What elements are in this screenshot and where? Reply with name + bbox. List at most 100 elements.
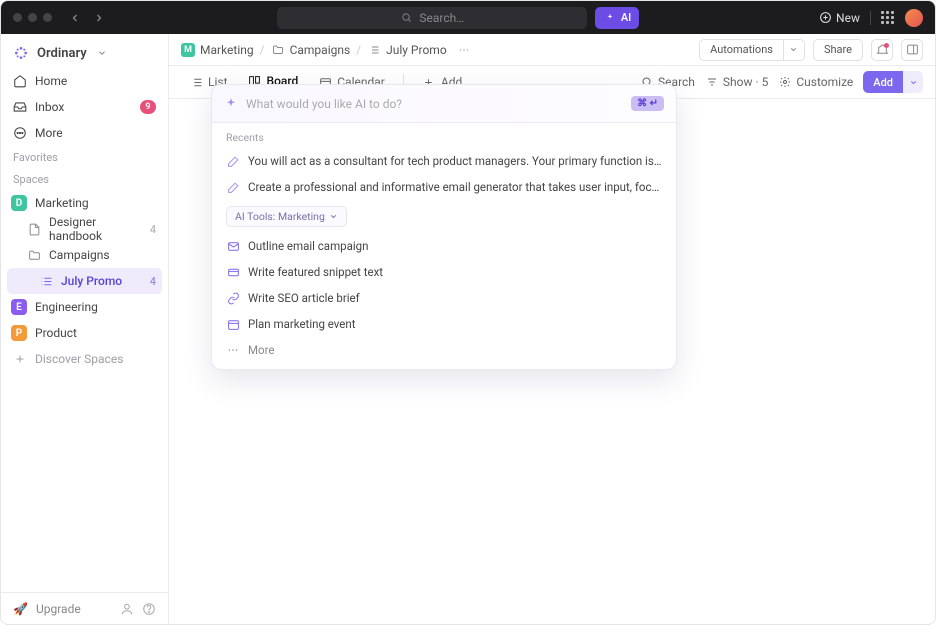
automations-caret[interactable] [783, 39, 805, 61]
show-tool[interactable]: Show · 5 [705, 75, 768, 89]
customize-tool[interactable]: Customize [778, 75, 853, 89]
sidebar-sub-designer-handbook[interactable]: Designer handbook 4 [1, 216, 168, 242]
breadcrumb: M Marketing / Campaigns / July Promo Aut… [169, 34, 935, 66]
wand-icon [226, 180, 240, 194]
ai-label: AI [621, 11, 631, 24]
list-icon [189, 75, 203, 89]
space-label: Product [35, 326, 77, 340]
sidebar-sub-july-promo[interactable]: July Promo 4 [7, 268, 162, 294]
wand-icon [226, 154, 240, 168]
forward-button[interactable] [88, 7, 110, 29]
crumb-campaigns[interactable]: Campaigns [271, 43, 351, 57]
plus-circle-icon [818, 11, 832, 25]
crumb-july-promo[interactable]: July Promo [367, 43, 447, 57]
sidebar-item-label: Home [35, 74, 67, 88]
tool-label: Show · 5 [723, 75, 768, 89]
space-badge: D [11, 195, 27, 211]
calendar-icon [226, 317, 240, 331]
space-badge-icon: M [181, 43, 195, 57]
automations-button[interactable]: Automations [699, 39, 783, 61]
card-icon [226, 265, 240, 279]
crumb-label: Marketing [200, 43, 254, 57]
space-item-marketing[interactable]: D Marketing [1, 190, 168, 216]
item-count: 4 [150, 223, 156, 236]
more-icon[interactable] [457, 43, 471, 57]
new-label: New [836, 11, 860, 25]
ai-sparkle-icon [603, 11, 617, 25]
tool-label: Plan marketing event [248, 317, 356, 331]
inbox-badge: 9 [140, 100, 156, 114]
sidebar-item-label: Discover Spaces [35, 352, 123, 366]
space-item-engineering[interactable]: E Engineering [1, 294, 168, 320]
ai-prompt-input[interactable] [246, 97, 623, 111]
ai-tool-item[interactable]: Write featured snippet text [212, 259, 676, 285]
space-label: Engineering [35, 300, 98, 314]
list-icon [367, 43, 381, 57]
chevron-down-icon [95, 46, 109, 60]
recent-text: You will act as a consultant for tech pr… [248, 154, 662, 168]
ai-tool-item[interactable]: Write SEO article brief [212, 285, 676, 311]
logo-icon [13, 45, 29, 61]
search-placeholder: Search… [419, 11, 464, 25]
notification-dot [884, 43, 889, 48]
tool-label: Write SEO article brief [248, 291, 360, 305]
gear-icon [778, 75, 792, 89]
window-controls[interactable] [13, 13, 52, 22]
ai-tool-item[interactable]: Plan marketing event [212, 311, 676, 337]
user-icon[interactable] [120, 602, 134, 616]
space-item-product[interactable]: P Product [1, 320, 168, 346]
ai-tools-filter[interactable]: AI Tools: Marketing [226, 206, 347, 227]
crumb-label: Campaigns [290, 43, 351, 57]
sidebar-item-label: Designer handbook [49, 215, 142, 243]
workspace-switcher[interactable]: Ordinary [1, 38, 168, 68]
space-badge: P [11, 325, 27, 341]
discover-spaces[interactable]: Discover Spaces [1, 346, 168, 372]
recent-text: Create a professional and informative em… [248, 180, 662, 194]
notifications-button[interactable] [871, 39, 893, 61]
upgrade-button[interactable]: Upgrade [36, 602, 81, 616]
more-icon [13, 126, 27, 140]
new-button[interactable]: New [818, 11, 860, 25]
recent-item[interactable]: Create a professional and informative em… [212, 174, 676, 200]
recents-heading: Recents [212, 123, 676, 148]
tool-label: Write featured snippet text [248, 265, 383, 279]
filter-label: AI Tools: Marketing [235, 210, 325, 223]
more-label: More [248, 343, 275, 357]
avatar[interactable] [905, 9, 923, 27]
add-button[interactable]: Add [863, 71, 903, 93]
space-badge: E [11, 299, 27, 315]
sidebar-item-inbox[interactable]: Inbox 9 [1, 94, 168, 120]
sidebar-item-label: More [35, 126, 63, 140]
ai-panel: ⌘ ↵ Recents You will act as a consultant… [211, 84, 677, 370]
apps-icon[interactable] [881, 11, 895, 25]
search-input[interactable]: Search… [277, 7, 587, 29]
main: M Marketing / Campaigns / July Promo Aut… [169, 34, 935, 624]
crumb-marketing[interactable]: M Marketing [181, 43, 254, 57]
kbd-shortcut: ⌘ ↵ [631, 96, 664, 111]
tool-label: Outline email campaign [248, 239, 368, 253]
add-caret[interactable] [903, 71, 923, 93]
sidebar-item-more[interactable]: More [1, 120, 168, 146]
ai-button[interactable]: AI [595, 7, 639, 29]
spaces-heading: Spaces [1, 168, 168, 190]
sidebar: Ordinary Home Inbox 9 More Favorites Spa… [1, 34, 169, 624]
panel-icon [906, 43, 919, 56]
recent-item[interactable]: You will act as a consultant for tech pr… [212, 148, 676, 174]
share-button[interactable]: Share [813, 39, 863, 61]
ai-tool-item[interactable]: Outline email campaign [212, 233, 676, 259]
crumb-label: July Promo [386, 43, 447, 57]
folder-icon [271, 43, 285, 57]
search-icon [399, 11, 413, 25]
ai-more[interactable]: More [212, 337, 676, 369]
help-icon[interactable] [142, 602, 156, 616]
sidebar-item-home[interactable]: Home [1, 68, 168, 94]
home-icon [13, 74, 27, 88]
plus-icon [13, 352, 27, 366]
panel-button[interactable] [901, 39, 923, 61]
sidebar-sub-campaigns[interactable]: Campaigns [1, 242, 168, 268]
favorites-heading: Favorites [1, 146, 168, 168]
sidebar-item-label: Campaigns [49, 248, 110, 262]
item-count: 4 [150, 275, 156, 288]
workspace-name: Ordinary [37, 46, 87, 61]
back-button[interactable] [64, 7, 86, 29]
